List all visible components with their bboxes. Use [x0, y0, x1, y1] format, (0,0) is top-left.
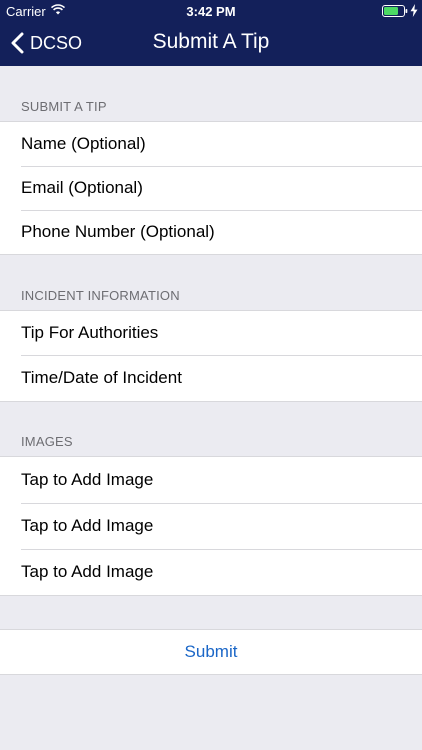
charging-bolt-icon: [410, 4, 418, 17]
battery-icon: [382, 5, 408, 17]
tip-for-authorities-field[interactable]: Tip For Authorities: [0, 311, 422, 355]
incident-datetime-field[interactable]: Time/Date of Incident: [0, 355, 422, 401]
add-image-row[interactable]: Tap to Add Image: [0, 503, 422, 549]
submit-a-tip-group: Name (Optional) Email (Optional) Phone N…: [0, 121, 422, 255]
email-field[interactable]: Email (Optional): [0, 166, 422, 210]
add-image-row[interactable]: Tap to Add Image: [0, 457, 422, 503]
submit-button[interactable]: Submit: [0, 630, 422, 674]
section-header-images: IMAGES: [21, 434, 73, 449]
add-image-row[interactable]: Tap to Add Image: [0, 549, 422, 595]
name-field[interactable]: Name (Optional): [0, 122, 422, 166]
page-title: Submit A Tip: [152, 30, 270, 53]
section-header-submit-a-tip: SUBMIT A TIP: [21, 99, 107, 114]
phone-number-field[interactable]: Phone Number (Optional): [0, 210, 422, 254]
navigation-bar: Carrier 3:42 PM DCSO Submit A Tip: [0, 0, 422, 66]
status-time: 3:42 PM: [186, 4, 236, 19]
section-header-incident-information: INCIDENT INFORMATION: [21, 288, 180, 303]
status-bar: Carrier 3:42 PM: [0, 0, 422, 22]
images-group: Tap to Add Image Tap to Add Image Tap to…: [0, 456, 422, 596]
incident-information-group: Tip For Authorities Time/Date of Inciden…: [0, 310, 422, 402]
submit-group: Submit: [0, 629, 422, 675]
